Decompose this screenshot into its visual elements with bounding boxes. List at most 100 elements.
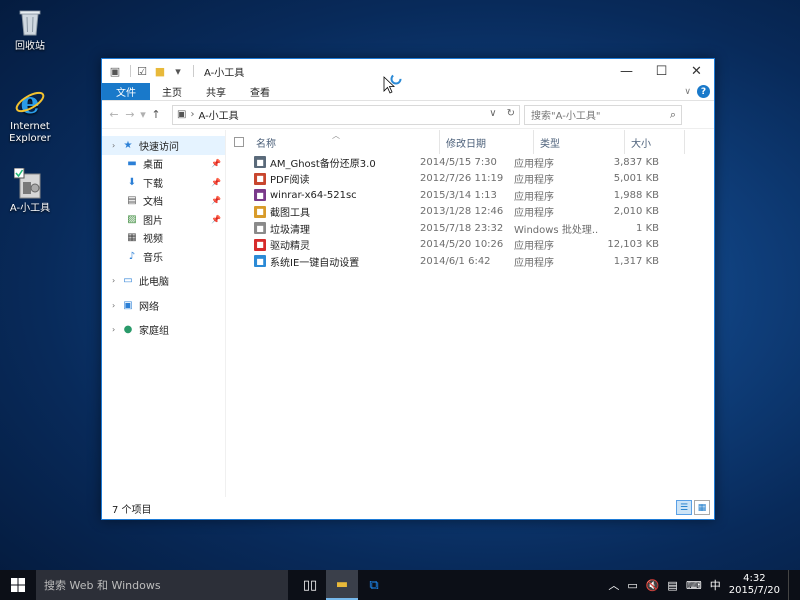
file-list: 名称 修改日期 类型 大小 ︿ ■ AM_Ghost备份还原3.0 2014/5/1… [226, 130, 714, 497]
refresh-icon[interactable]: ↻ [507, 108, 515, 119]
taskbar-search-input[interactable]: 搜索 Web 和 Windows [44, 577, 161, 593]
table-row[interactable]: ■ 系统IE一键自动设置 2014/6/1 6:42 应用程序 1,317 KB [226, 253, 714, 270]
file-date: 2013/1/28 12:46 [420, 206, 504, 218]
breadcrumb-chevron-icon[interactable]: › [190, 109, 194, 120]
minimize-button[interactable]: — [609, 59, 644, 83]
ime-indicator[interactable]: 中 [710, 577, 721, 593]
nav-desktop[interactable]: ▬ 桌面 📌 [102, 155, 225, 174]
ribbon-tabs: 文件 主页 共享 查看 ∨ ? [102, 83, 714, 101]
desktop-icon: ▬ [127, 158, 137, 170]
desktop-icon-a-tools[interactable]: A-小工具 [0, 168, 60, 215]
network-tray-icon[interactable]: ▭ [627, 579, 637, 592]
large-icons-view-icon[interactable]: ▦ [694, 500, 710, 515]
forward-arrow-icon[interactable]: → [122, 108, 138, 121]
expand-chevron-icon[interactable]: › [112, 141, 122, 150]
up-arrow-icon[interactable]: ↑ [148, 108, 164, 121]
desktop-icon-recycle-bin[interactable]: 回收站 [0, 6, 60, 53]
tab-file[interactable]: 文件 [102, 83, 150, 100]
music-icon: ♪ [128, 250, 136, 262]
expand-chevron-icon[interactable]: › [112, 301, 122, 310]
search-input[interactable]: 搜索"A-小工具" [531, 107, 600, 122]
tab-home[interactable]: 主页 [150, 83, 194, 100]
nav-downloads[interactable]: ⬇ 下载 📌 [102, 173, 225, 192]
close-button[interactable]: ✕ [679, 59, 714, 83]
divider [193, 65, 194, 77]
details-view-icon[interactable]: ☰ [676, 500, 692, 515]
nav-this-pc[interactable]: › ▭ 此电脑 [102, 272, 225, 291]
column-name[interactable]: 名称 [252, 130, 440, 154]
search-icon[interactable]: ⌕ [670, 108, 676, 122]
pin-icon[interactable]: 📌 [211, 178, 221, 187]
action-center-icon[interactable]: ▤ [667, 579, 677, 592]
show-desktop-button[interactable] [788, 570, 792, 600]
table-row[interactable]: ■ AM_Ghost备份还原3.0 2014/5/15 7:30 应用程序 3,837 … [226, 154, 714, 171]
taskbar-search[interactable]: 搜索 Web 和 Windows [36, 570, 288, 600]
star-icon: ★ [123, 139, 133, 151]
expand-ribbon-icon[interactable]: ∨ [684, 87, 691, 97]
file-size: 1,317 KB [613, 255, 659, 267]
table-row[interactable]: ■ 垃圾清理 2015/7/18 23:32 Windows 批处理... 1 KB [226, 220, 714, 237]
select-all-checkbox[interactable] [234, 137, 244, 147]
back-arrow-icon[interactable]: ← [106, 108, 122, 121]
title-bar[interactable]: ▣ ☑ ■ ▾ A-小工具 — ☐ ✕ [102, 59, 714, 83]
clock[interactable]: 4:32 2015/7/20 [729, 573, 780, 597]
folder-location-icon: ▣ [177, 109, 187, 120]
windows-start-icon[interactable] [0, 570, 36, 600]
show-hidden-icons-icon[interactable]: ︿ [608, 577, 619, 593]
file-name-cell[interactable]: ■ 系统IE一键自动设置 [226, 254, 414, 269]
nav-homegroup[interactable]: › ● 家庭组 [102, 321, 225, 340]
nav-network[interactable]: › ▣ 网络 [102, 296, 225, 315]
file-explorer-taskbar-icon[interactable]: ▬ [326, 570, 358, 600]
volume-muted-icon[interactable]: 🔇 [646, 579, 660, 592]
column-type[interactable]: 类型 [534, 130, 625, 154]
task-view-icon[interactable]: ▯▯ [294, 570, 326, 600]
column-size[interactable]: 大小 [625, 130, 685, 154]
file-name-cell[interactable]: ■ 截图工具 [226, 204, 414, 219]
column-date-modified[interactable]: 修改日期 [440, 130, 534, 154]
desktop-icon-internet-explorer[interactable]: e Internet Explorer [0, 86, 60, 145]
table-row[interactable]: ■ 截图工具 2013/1/28 12:46 应用程序 2,010 KB [226, 204, 714, 221]
pin-icon[interactable]: 📌 [211, 159, 221, 168]
tab-view[interactable]: 查看 [238, 83, 282, 100]
nav-pictures[interactable]: ▨ 图片 📌 [102, 210, 225, 229]
table-row[interactable]: ■ winrar-x64-521sc 2015/3/14 1:13 应用程序 1,988… [226, 187, 714, 204]
file-name: 垃圾清理 [270, 224, 310, 236]
file-name-cell[interactable]: ■ PDF阅读 [226, 171, 414, 186]
file-date: 2012/7/26 11:19 [420, 173, 504, 185]
desktop-icon-label: A-小工具 [9, 203, 51, 214]
store-taskbar-icon[interactable]: ⧉ [358, 570, 390, 600]
nav-videos[interactable]: ▦ 视频 [102, 229, 225, 248]
file-name-cell[interactable]: ■ 驱动精灵 [226, 237, 414, 252]
nav-quick-access[interactable]: › ★ 快速访问 [102, 136, 225, 155]
new-folder-icon[interactable]: ■ [153, 64, 167, 78]
file-name-cell[interactable]: ■ AM_Ghost备份还原3.0 [226, 155, 414, 170]
properties-icon[interactable]: ☑ [135, 64, 149, 78]
pin-icon[interactable]: 📌 [211, 215, 221, 224]
nav-music[interactable]: ♪ 音乐 [102, 247, 225, 266]
tab-share[interactable]: 共享 [194, 83, 238, 100]
search-box[interactable]: 搜索"A-小工具" ⌕ [524, 104, 682, 125]
folder-system-icon[interactable]: ▣ [108, 64, 122, 78]
keyboard-icon[interactable]: ⌨ [686, 579, 702, 592]
file-name: PDF阅读 [270, 175, 310, 187]
expand-chevron-icon[interactable]: › [112, 276, 122, 285]
file-size: 1 KB [636, 222, 659, 234]
help-icon[interactable]: ? [697, 85, 710, 98]
table-row[interactable]: ■ 驱动精灵 2014/5/20 10:26 应用程序 12,103 KB [226, 237, 714, 254]
recent-locations-icon[interactable]: ▾ [138, 108, 148, 121]
breadcrumb-segment[interactable]: A-小工具 [198, 107, 238, 122]
file-name-cell[interactable]: ■ 垃圾清理 [226, 221, 414, 236]
expand-chevron-icon[interactable]: › [112, 325, 122, 334]
address-bar[interactable]: ▣ › A-小工具 ∨ ↻ [172, 104, 520, 125]
file-type: 应用程序 [514, 158, 554, 170]
application-icon: ■ [254, 172, 266, 185]
address-dropdown-icon[interactable]: ∨ [489, 108, 496, 119]
customize-quick-access-icon[interactable]: ▾ [171, 64, 185, 78]
address-toolbar: ← → ▾ ↑ ▣ › A-小工具 ∨ ↻ 搜索"A-小工具" ⌕ [102, 101, 714, 129]
nav-documents[interactable]: ▤ 文档 📌 [102, 192, 225, 211]
maximize-button[interactable]: ☐ [644, 59, 679, 83]
pin-icon[interactable]: 📌 [211, 196, 221, 205]
nav-label: 网络 [139, 301, 159, 313]
file-name-cell[interactable]: ■ winrar-x64-521sc [226, 189, 414, 202]
table-row[interactable]: ■ PDF阅读 2012/7/26 11:19 应用程序 5,001 KB [226, 171, 714, 188]
